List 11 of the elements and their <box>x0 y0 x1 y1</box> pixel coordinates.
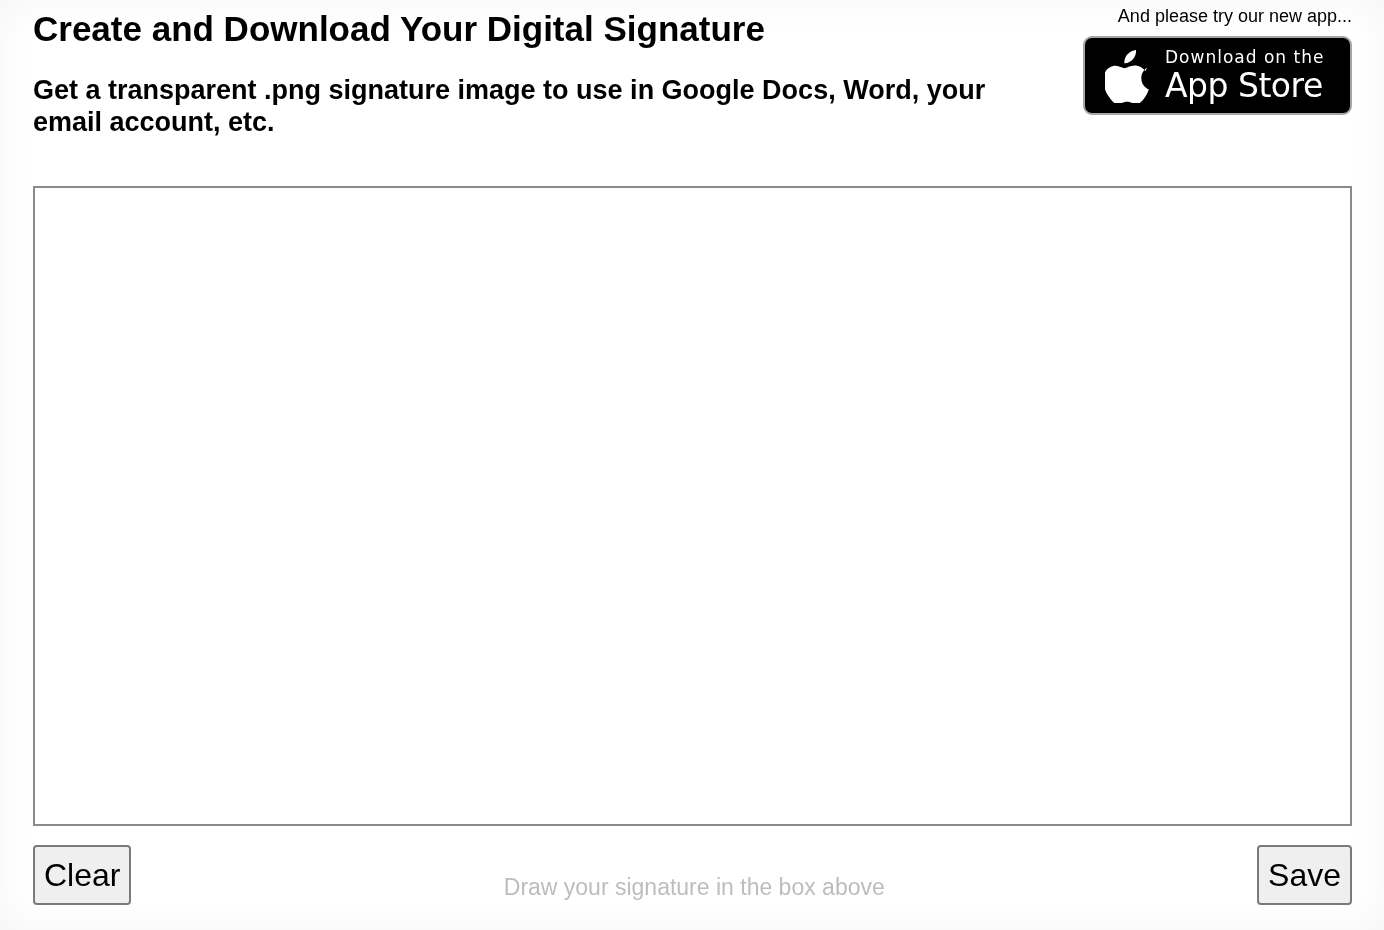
apple-icon <box>1105 48 1151 103</box>
app-store-badge[interactable]: Download on the App Store <box>1083 36 1352 115</box>
promo-caption: And please try our new app... <box>1117 5 1352 27</box>
drawing-hint: Draw your signature in the box above <box>503 873 885 902</box>
clear-button[interactable]: Clear <box>33 845 132 905</box>
badge-line: Download on the <box>1165 47 1325 67</box>
signature-drawing-area[interactable] <box>33 186 1352 826</box>
save-button[interactable]: Save <box>1257 845 1352 905</box>
page-title: Create and Download Your Digital Signature <box>33 8 766 50</box>
badge-store-name: App Store <box>1165 66 1324 104</box>
page-subtitle: Get a transparent .png signature image to use in Google Docs, Word, your email account, etc. <box>33 74 987 138</box>
